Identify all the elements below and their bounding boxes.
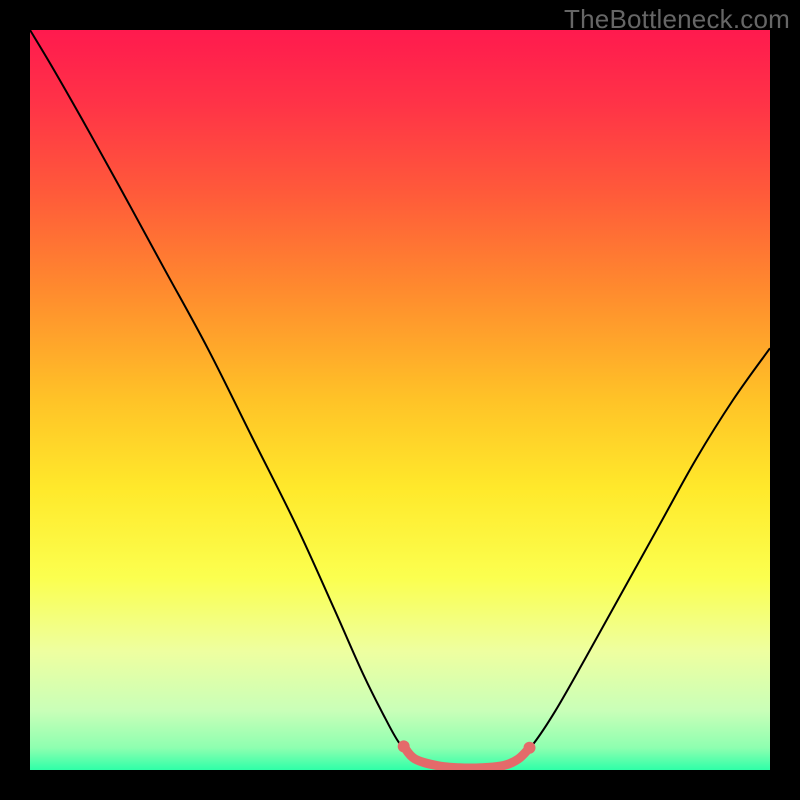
chart-frame: TheBottleneck.com [0, 0, 800, 800]
valley-endpoint-dot [524, 742, 536, 754]
bottleneck-chart [30, 30, 770, 770]
plot-area [30, 30, 770, 770]
watermark-text: TheBottleneck.com [564, 4, 790, 35]
valley-endpoint-dot [398, 740, 410, 752]
gradient-background [30, 30, 770, 770]
